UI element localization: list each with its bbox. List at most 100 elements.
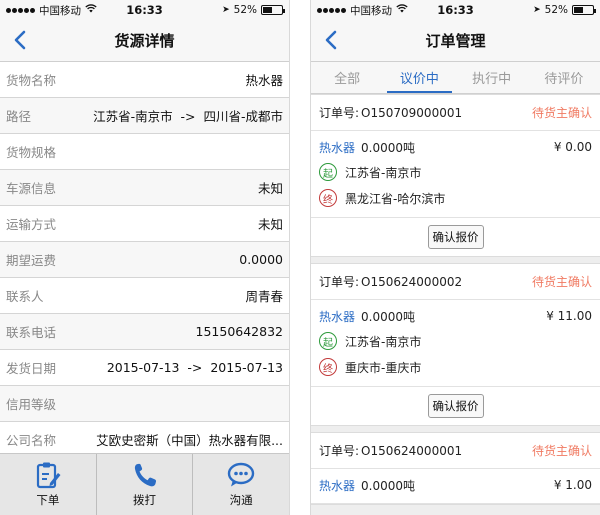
detail-label: 期望运费 [6,253,57,268]
quote-price: ¥ 11.00 [546,309,592,323]
detail-label: 货物规格 [6,145,57,160]
goods-weight: 0.0000吨 [361,140,416,155]
status-badge: 待货主确认 [531,444,592,458]
goods-weight: 0.0000吨 [361,478,416,493]
detail-label: 路径 [6,109,32,124]
carrier-name: 中国移动 [350,4,392,17]
order-number: O150624000002 [361,274,463,289]
end-badge: 终 [319,358,337,376]
battery-percent: 52% [233,4,257,16]
detail-row-goods-name: 货物名称 热水器 [0,62,289,98]
tab-executing[interactable]: 执行中 [456,62,528,93]
toolbar-label: 拨打 [133,493,156,507]
detail-label: 信用等级 [6,397,57,412]
toolbar-label: 下单 [36,493,60,507]
detail-row-company: 公司名称 艾欧史密斯（中国）热水器有限... [0,422,289,453]
order-number-label: 订单号: [319,275,360,289]
quote-price: ¥ 0.00 [553,140,592,154]
detail-value: 0.0000 [239,252,283,267]
signal-icon [6,7,35,13]
detail-row-specs: 货物规格 [0,134,289,170]
detail-row-ship-date: 发货日期 2015-07-13 -> 2015-07-13 [0,350,289,386]
wifi-icon [396,4,408,16]
tab-to-review[interactable]: 待评价 [528,62,600,93]
detail-row-transport-mode: 运输方式 未知 [0,206,289,242]
order-management-screen: 中国移动 16:33 ➤ 52% 订单管理 全部 议价中 执行中 待评价 订单号… [310,0,600,515]
clipboard-edit-icon [34,461,62,489]
status-badge: 待货主确认 [531,275,592,289]
order-card[interactable]: 订单号: O150709000001 待货主确认 热水器 0.0000吨 ¥ 0… [311,94,600,257]
detail-list: 货物名称 热水器 路径 江苏省-南京市 -> 四川省-成都市 货物规格 车源信息 未知… [0,62,289,453]
nav-bar: 订单管理 [311,20,600,62]
detail-row-route: 路径 江苏省-南京市 -> 四川省-成都市 [0,98,289,134]
confirm-quote-button[interactable]: 确认报价 [427,225,484,249]
order-list: 订单号: O150709000001 待货主确认 热水器 0.0000吨 ¥ 0… [311,94,600,515]
wifi-icon [85,4,97,16]
order-tabs: 全部 议价中 执行中 待评价 [311,62,600,94]
status-bar: 中国移动 16:33 ➤ 52% [311,0,600,20]
detail-row-credit: 信用等级 [0,386,289,422]
detail-label: 货物名称 [6,73,57,88]
chevron-left-icon [325,30,337,50]
detail-value: 15150642832 [195,324,283,339]
start-badge: 起 [319,163,337,181]
battery-icon [261,5,285,15]
detail-row-phone: 联系电话 15150642832 [0,314,289,350]
order-number-label: 订单号: [319,444,360,458]
route-origin: 江苏省-南京市 [345,334,422,349]
nav-bar: 货源详情 [0,20,289,62]
order-number: O150709000001 [361,105,463,120]
order-card[interactable]: 订单号: O150624000002 待货主确认 热水器 0.0000吨 ¥ 1… [311,263,600,426]
detail-label: 车源信息 [6,181,57,196]
route-origin: 江苏省-南京市 [345,165,422,180]
detail-label: 公司名称 [6,433,57,448]
detail-value: 未知 [257,217,283,232]
detail-value: 江苏省-南京市 -> 四川省-成都市 [93,109,283,124]
bottom-toolbar: 下单 拨打 沟通 [0,453,289,515]
phone-icon [131,461,159,489]
chat-bubble-icon [227,461,255,489]
location-arrow-icon: ➤ [222,5,230,15]
tab-negotiating[interactable]: 议价中 [383,62,455,93]
call-button[interactable]: 拨打 [97,454,194,515]
status-badge: 待货主确认 [531,106,592,120]
back-button[interactable] [319,26,343,54]
goods-name-link[interactable]: 热水器 [319,139,355,156]
goods-name-link[interactable]: 热水器 [319,477,355,494]
back-button[interactable] [8,26,32,54]
detail-row-contact: 联系人 周青春 [0,278,289,314]
route-destination: 重庆市-重庆市 [345,360,422,375]
route-destination: 黑龙江省-哈尔滨市 [345,191,446,206]
chevron-left-icon [14,30,26,50]
cargo-detail-screen: 中国移动 16:33 ➤ 52% 货源详情 货物名称 热水器 路径 江苏省-南京市 … [0,0,290,515]
detail-value: 热水器 [245,73,283,88]
detail-label: 运输方式 [6,217,57,232]
page-title: 订单管理 [425,32,486,50]
start-badge: 起 [319,332,337,350]
detail-value: 未知 [257,181,283,196]
end-badge: 终 [319,189,337,207]
detail-row-vehicle-info: 车源信息 未知 [0,170,289,206]
toolbar-label: 沟通 [229,493,253,507]
status-bar: 中国移动 16:33 ➤ 52% [0,0,289,20]
quote-price: ¥ 1.00 [553,478,592,492]
detail-value: 周青春 [245,289,283,304]
order-button[interactable]: 下单 [0,454,97,515]
battery-icon [572,5,596,15]
carrier-name: 中国移动 [39,4,81,17]
detail-value: 2015-07-13 -> 2015-07-13 [106,360,283,375]
location-arrow-icon: ➤ [533,5,541,15]
chat-button[interactable]: 沟通 [193,454,289,515]
tab-all[interactable]: 全部 [311,62,383,93]
detail-label: 发货日期 [6,361,57,376]
goods-name-link[interactable]: 热水器 [319,308,355,325]
order-number-label: 订单号: [319,106,360,120]
goods-weight: 0.0000吨 [361,309,416,324]
order-number: O150624000001 [361,443,463,458]
order-card[interactable]: 订单号: O150624000001 待货主确认 热水器 0.0000吨 ¥ 1… [311,432,600,505]
detail-row-expected-fee: 期望运费 0.0000 [0,242,289,278]
signal-icon [317,7,346,13]
detail-label: 联系人 [6,289,44,304]
confirm-quote-button[interactable]: 确认报价 [427,394,484,418]
detail-label: 联系电话 [6,325,57,340]
